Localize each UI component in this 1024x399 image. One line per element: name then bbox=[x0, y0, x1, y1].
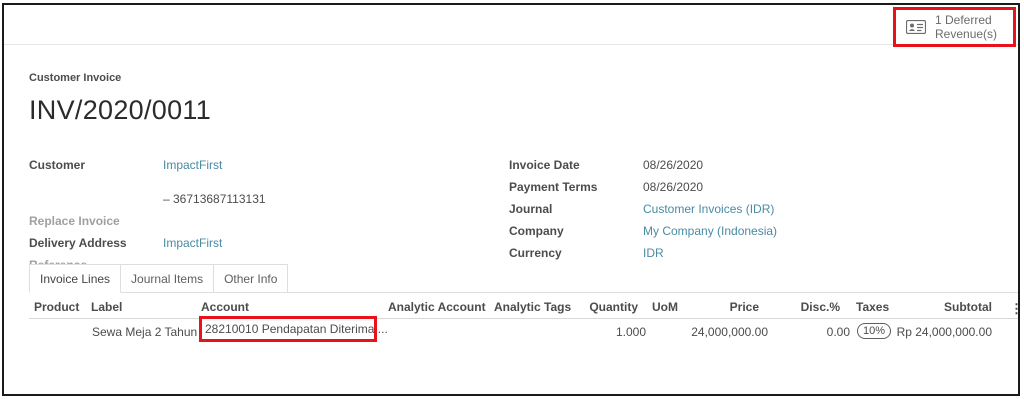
col-quantity[interactable]: Quantity bbox=[588, 300, 638, 314]
customer-vat: – 36713687113131 bbox=[163, 192, 266, 206]
replace-invoice-label: Replace Invoice bbox=[29, 214, 120, 228]
company-label: Company bbox=[509, 224, 564, 238]
tab-divider bbox=[29, 292, 1018, 293]
col-disc[interactable]: Disc.% bbox=[794, 300, 840, 314]
customer-label: Customer bbox=[29, 158, 86, 172]
row-price: 24,000,000.00 bbox=[691, 325, 768, 339]
journal-label: Journal bbox=[509, 202, 553, 216]
col-subtotal[interactable]: Subtotal bbox=[924, 300, 992, 314]
payment-terms-value[interactable]: 08/26/2020 bbox=[643, 180, 703, 194]
currency-link[interactable]: IDR bbox=[643, 246, 664, 260]
tab-other-info[interactable]: Other Info bbox=[213, 264, 289, 293]
tab-journal-items[interactable]: Journal Items bbox=[120, 264, 215, 293]
column-options-icon[interactable]: ⋮ bbox=[1010, 301, 1018, 317]
col-taxes[interactable]: Taxes bbox=[856, 300, 889, 314]
col-uom[interactable]: UoM bbox=[652, 300, 678, 314]
invoice-date-label: Invoice Date bbox=[509, 158, 580, 172]
id-card-icon bbox=[906, 20, 926, 34]
button-box: 1 Deferred Revenue(s) bbox=[4, 5, 1018, 47]
deferred-line1: 1 Deferred bbox=[935, 13, 992, 27]
invoice-number: INV/2020/0011 bbox=[29, 95, 212, 125]
col-analytic-tags[interactable]: Analytic Tags bbox=[494, 300, 571, 314]
row-account: 28210010 Pendapatan Diterima ... bbox=[205, 322, 388, 336]
delivery-address-label: Delivery Address bbox=[29, 236, 127, 250]
delivery-address-link[interactable]: ImpactFirst bbox=[163, 236, 222, 250]
col-analytic-account[interactable]: Analytic Account bbox=[388, 300, 486, 314]
col-label[interactable]: Label bbox=[91, 300, 122, 314]
col-price[interactable]: Price bbox=[704, 300, 759, 314]
row-quantity: 1.000 bbox=[615, 325, 646, 339]
col-account[interactable]: Account bbox=[201, 300, 249, 314]
deferred-revenue-label: 1 Deferred Revenue(s) bbox=[935, 13, 997, 41]
invoice-window: 1 Deferred Revenue(s) Customer Invoice I… bbox=[2, 3, 1020, 396]
payment-terms-label: Payment Terms bbox=[509, 180, 598, 194]
deferred-line2: Revenue(s) bbox=[935, 27, 998, 41]
row-subtotal: Rp 24,000,000.00 bbox=[896, 325, 992, 339]
tax-badge: 10% bbox=[857, 323, 891, 339]
currency-label: Currency bbox=[509, 246, 562, 260]
tab-invoice-lines[interactable]: Invoice Lines bbox=[29, 264, 122, 293]
invoice-date-value[interactable]: 08/26/2020 bbox=[643, 158, 703, 172]
table-header-divider bbox=[29, 318, 1018, 319]
company-link[interactable]: My Company (Indonesia) bbox=[643, 224, 777, 238]
deferred-revenue-button[interactable]: 1 Deferred Revenue(s) bbox=[893, 7, 1016, 47]
journal-link[interactable]: Customer Invoices (IDR) bbox=[643, 202, 774, 216]
document-type: Customer Invoice bbox=[29, 72, 122, 84]
customer-link[interactable]: ImpactFirst bbox=[163, 158, 222, 172]
col-product[interactable]: Product bbox=[34, 300, 79, 314]
notebook-tabs: Invoice Lines Journal Items Other Info bbox=[29, 264, 289, 293]
row-disc: 0.00 bbox=[826, 325, 850, 339]
account-highlight[interactable]: 28210010 Pendapatan Diterima ... bbox=[199, 316, 388, 342]
row-label: Sewa Meja 2 Tahun bbox=[92, 325, 198, 339]
